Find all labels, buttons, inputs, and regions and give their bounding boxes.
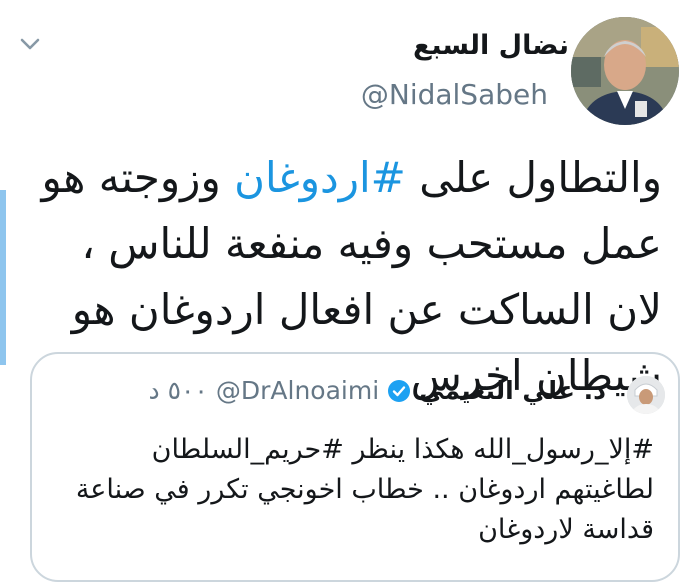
quoted-tweet-time[interactable]: ٥٠٠ د bbox=[148, 376, 207, 405]
quoted-tweet-header: د. علي النعيمي @DrAlnoaimi ٥٠٠ د bbox=[148, 376, 606, 405]
quoted-author-display-name[interactable]: د. علي النعيمي bbox=[419, 376, 606, 405]
author-handle[interactable]: @NidalSabeh bbox=[361, 78, 548, 111]
thread-accent-bar bbox=[0, 190, 6, 365]
hashtag-link[interactable]: #اردوغان bbox=[234, 153, 406, 202]
author-display-name[interactable]: نضال السبع bbox=[413, 30, 569, 61]
chevron-down-icon[interactable] bbox=[18, 32, 42, 56]
quoted-author-handle[interactable]: @DrAlnoaimi bbox=[216, 376, 379, 405]
tweet-text-part: والتطاول على bbox=[405, 153, 662, 202]
author-avatar[interactable] bbox=[571, 17, 679, 125]
quoted-author-avatar[interactable] bbox=[627, 376, 665, 414]
quoted-tweet-text: #إلا_رسول_الله هكذا ينظر #حريم_السلطان ل… bbox=[75, 434, 654, 545]
verified-badge-icon bbox=[387, 379, 411, 403]
quoted-tweet-card[interactable]: د. علي النعيمي @DrAlnoaimi ٥٠٠ د #إلا_رس… bbox=[30, 352, 680, 582]
